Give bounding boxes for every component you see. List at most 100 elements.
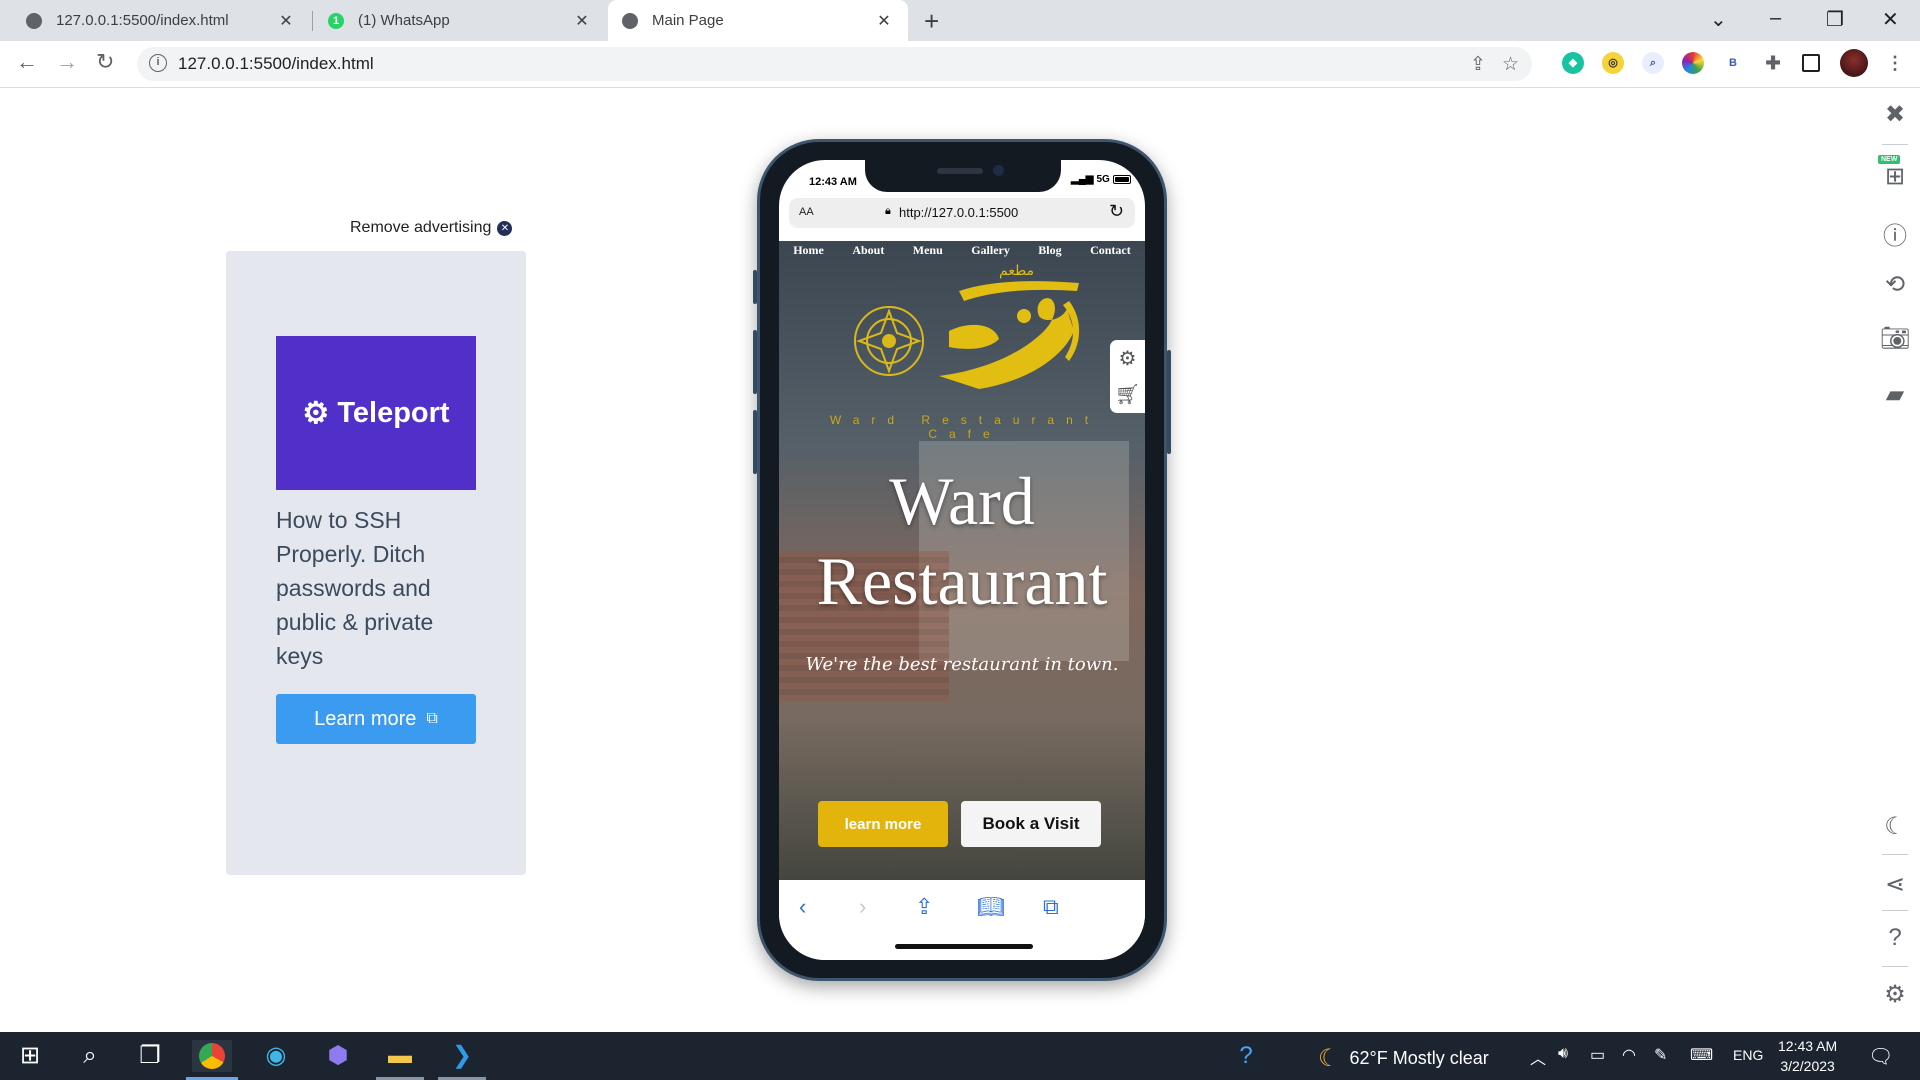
back-icon[interactable]: ‹ xyxy=(799,894,806,920)
reload-icon[interactable]: ↻ xyxy=(96,49,114,75)
signal-icon: ▂▄▆ xyxy=(1071,174,1094,185)
learn-more-button[interactable]: learn more xyxy=(818,801,948,847)
website-hero: Home About Menu Gallery Blog Contact مطع… xyxy=(779,241,1145,880)
device-layout-icon[interactable]: ⊞ xyxy=(1878,162,1912,191)
tab-title: (1) WhatsApp xyxy=(358,12,450,29)
minimize-icon[interactable]: – xyxy=(1770,7,1781,30)
back-icon[interactable]: ← xyxy=(16,49,38,75)
video-icon[interactable]: ▰ xyxy=(1878,380,1912,409)
teleport-logo[interactable]: ⚙ Teleport xyxy=(276,336,476,490)
divider xyxy=(1882,966,1908,967)
info-icon[interactable]: ⓘ xyxy=(1878,216,1912,251)
home-indicator xyxy=(895,944,1033,949)
learn-more-button[interactable]: Learn more ⧉ xyxy=(276,694,476,744)
hero-tagline: We're the best restaurant in town. xyxy=(805,654,1119,675)
ward-logo: مطعم xyxy=(854,263,1080,389)
new-tab-button[interactable]: + xyxy=(924,6,939,37)
clock-time: 12:43 AM xyxy=(1778,1038,1838,1054)
avatar[interactable] xyxy=(1840,49,1868,77)
language-indicator[interactable]: ENG xyxy=(1733,1047,1763,1063)
search-icon[interactable]: ⌕ xyxy=(70,1040,110,1072)
nav-contact[interactable]: Contact xyxy=(1090,243,1131,258)
forward-icon[interactable]: › xyxy=(859,894,866,920)
windows-start-icon[interactable]: ⊞ xyxy=(10,1040,50,1072)
tab-whatsapp[interactable]: 1 (1) WhatsApp ✕ xyxy=(314,0,606,41)
share-icon[interactable]: ⋖ xyxy=(1878,870,1912,899)
side-widget[interactable]: ⚙ 🛒︎ xyxy=(1110,340,1145,413)
close-tab-icon[interactable]: ✕ xyxy=(572,11,592,31)
share-icon[interactable]: ⇪ xyxy=(915,894,933,920)
address-text: 127.0.0.1:5500/index.html xyxy=(178,54,374,73)
edge-icon[interactable]: ◉ xyxy=(256,1040,296,1072)
help-icon[interactable]: ? xyxy=(1878,924,1912,952)
color-icon[interactable] xyxy=(1682,52,1704,74)
reader-aa-button[interactable]: AA xyxy=(799,206,814,218)
external-link-icon: ⧉ xyxy=(426,710,438,727)
forward-icon[interactable]: → xyxy=(56,49,78,75)
book-visit-button[interactable]: Book a Visit xyxy=(961,801,1101,847)
dark-mode-icon[interactable]: ☾ xyxy=(1878,812,1912,841)
close-tab-icon[interactable]: ✕ xyxy=(874,11,894,31)
learn-more-label: Learn more xyxy=(314,707,417,730)
phone-screen: 12:43 AM ▂▄▆ 5G AA 🔒︎ http://127.0.0.1:5… xyxy=(779,160,1145,960)
nav-menu[interactable]: Menu xyxy=(913,243,943,258)
bookmark-star-icon[interactable]: ☆ xyxy=(1502,53,1519,76)
close-tab-icon[interactable]: ✕ xyxy=(276,11,296,31)
menu-icon[interactable]: ⋮ xyxy=(1884,52,1906,74)
wifi-icon[interactable]: ◠ xyxy=(1622,1045,1636,1065)
divider xyxy=(1882,910,1908,911)
side-panel-icon[interactable] xyxy=(1802,54,1820,72)
chrome-icon[interactable] xyxy=(192,1040,232,1072)
tab-index[interactable]: 127.0.0.1:5500/index.html ✕ xyxy=(12,0,310,41)
task-view-icon[interactable]: ❐ xyxy=(130,1040,170,1072)
help-badge-icon[interactable]: ? xyxy=(1226,1040,1266,1072)
cart-icon[interactable]: 🛒︎ xyxy=(1115,382,1140,407)
ad-card[interactable]: ⚙ Teleport How to SSH Properly. Ditch pa… xyxy=(226,251,526,875)
clock[interactable]: 12:43 AM 3/2/2023 xyxy=(1778,1036,1837,1076)
keyboard-icon[interactable]: ⌨ xyxy=(1690,1045,1713,1065)
close-icon[interactable]: ✖ xyxy=(1878,100,1912,129)
puzzle-icon[interactable]: ✚ xyxy=(1762,52,1784,74)
address-bar[interactable]: i 127.0.0.1:5500/index.html ⇪ ☆ xyxy=(137,47,1532,81)
volume-icon[interactable]: 🔊︎ xyxy=(1558,1045,1568,1063)
bookmarks-icon[interactable]: 📖︎ xyxy=(977,894,1005,920)
notifications-icon[interactable]: 🗨︎ xyxy=(1868,1044,1893,1069)
norton-icon[interactable]: ◎ xyxy=(1602,52,1624,74)
file-explorer-icon[interactable]: ▬ xyxy=(380,1040,420,1072)
close-window-icon[interactable]: ✕ xyxy=(1882,7,1899,32)
hero-title-line2: Restaurant xyxy=(816,543,1108,619)
reload-icon[interactable]: ↻ xyxy=(1109,201,1124,222)
tabs-icon[interactable]: ⧉ xyxy=(1043,894,1059,920)
phone-frame: 12:43 AM ▂▄▆ 5G AA 🔒︎ http://127.0.0.1:5… xyxy=(757,139,1167,981)
settings-icon[interactable]: ⚙ xyxy=(1878,980,1912,1009)
remove-advertising-label: Remove advertising xyxy=(350,219,492,236)
safari-address-bar[interactable]: AA 🔒︎ http://127.0.0.1:5500 ↻ xyxy=(789,198,1135,228)
settings-gear-icon[interactable]: ⚙ xyxy=(1119,346,1137,371)
tab-search-icon[interactable]: ⌄ xyxy=(1710,7,1727,32)
b-extension-icon[interactable]: B xyxy=(1722,52,1744,74)
maximize-icon[interactable]: ❐ xyxy=(1826,7,1844,32)
remove-advertising-link[interactable]: Remove advertising ✕ xyxy=(350,219,513,237)
share-icon[interactable]: ⇪ xyxy=(1470,53,1486,76)
nav-gallery[interactable]: Gallery xyxy=(971,243,1010,258)
battery-icon[interactable]: ▭ xyxy=(1590,1045,1605,1065)
tab-main-page[interactable]: Main Page ✕ xyxy=(608,0,908,41)
tray-overflow-icon[interactable]: ︿ xyxy=(1530,1045,1546,1069)
bitwarden-icon[interactable]: ◆ xyxy=(1562,52,1584,74)
site-info-icon[interactable]: i xyxy=(149,54,167,72)
nav-blog[interactable]: Blog xyxy=(1038,243,1061,258)
extension-sidebar: ✖ NEW ⊞ ⓘ ⟲ 📷︎ ▰ ☾ ⋖ ? ⚙ xyxy=(1878,92,1912,1032)
rotate-icon[interactable]: ⟲ xyxy=(1878,270,1912,299)
visual-studio-icon[interactable]: ⬢ xyxy=(318,1040,358,1072)
nav-about[interactable]: About xyxy=(852,243,884,258)
pen-icon[interactable]: ✎ xyxy=(1654,1045,1667,1065)
tab-separator xyxy=(312,11,313,31)
tab-strip: 127.0.0.1:5500/index.html ✕ 1 (1) WhatsA… xyxy=(0,0,1920,41)
teleport-gear-icon: ⚙ xyxy=(302,396,330,430)
lens-icon[interactable]: ⌕ xyxy=(1642,52,1664,74)
nav-home[interactable]: Home xyxy=(793,243,824,258)
weather-widget[interactable]: ☾ 62°F Mostly clear xyxy=(1318,1044,1489,1073)
vscode-icon[interactable]: ❯ xyxy=(442,1040,482,1072)
camera-icon[interactable]: 📷︎ xyxy=(1878,324,1912,353)
lock-icon: 🔒︎ xyxy=(885,205,891,217)
